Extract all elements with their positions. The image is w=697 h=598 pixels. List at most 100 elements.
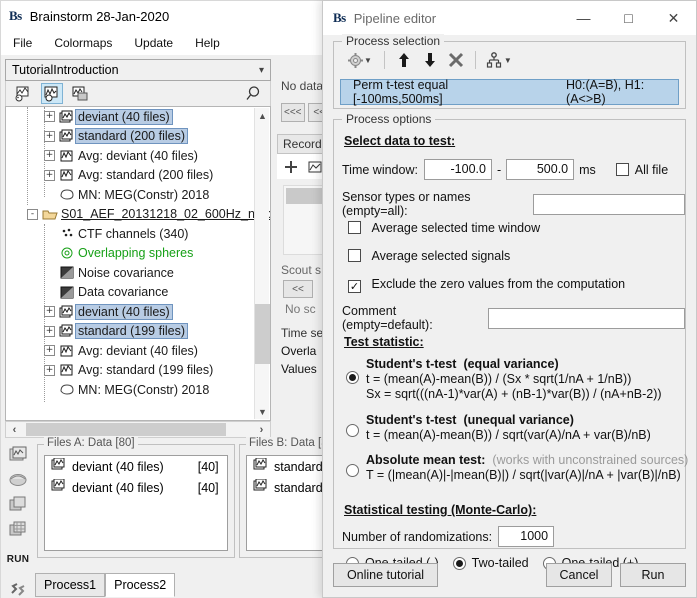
source-files-icon[interactable] (70, 83, 92, 104)
chevron-down-icon: ▾ (259, 65, 264, 76)
exclude-zero-checkbox[interactable]: ✓ (348, 280, 361, 293)
expand-icon[interactable]: + (44, 365, 55, 376)
recordings-stack-icon[interactable] (6, 446, 30, 463)
two-tailed-radio[interactable] (453, 557, 466, 570)
menu-update[interactable]: Update (130, 34, 177, 52)
time-window-row: Time window: -100.0 - 500.0 ms All file (342, 159, 668, 180)
expand-icon[interactable]: + (44, 150, 55, 161)
recordings-icon[interactable] (41, 83, 63, 104)
recordings-icon (253, 479, 268, 496)
subjects-icon[interactable] (12, 83, 34, 104)
folder-icon (41, 208, 58, 221)
delete-icon[interactable] (443, 49, 469, 71)
randomizations-input[interactable]: 1000 (498, 526, 554, 547)
tree-toolbar (5, 81, 271, 106)
scout-prev-button[interactable]: << (283, 280, 313, 298)
chevron-down-icon[interactable]: ▼ (364, 56, 372, 65)
test-option-3[interactable]: Absolute mean test: (works with unconstr… (346, 453, 694, 482)
test-2-line1: t = (mean(A)-mean(B)) / sqrt(var(A)/nA +… (366, 428, 651, 442)
cancel-button[interactable]: Cancel (546, 563, 612, 587)
avg-time-window-checkbox[interactable] (348, 221, 361, 234)
process-name: Perm t-test equal [-100ms,500ms] (353, 78, 532, 106)
files-a-list[interactable]: deviant (40 files) [40] deviant (40 file… (44, 455, 228, 551)
online-tutorial-button[interactable]: Online tutorial (333, 563, 438, 587)
run-label: RUN (7, 554, 30, 565)
scroll-up-icon[interactable]: ▲ (255, 108, 270, 123)
scroll-right-icon[interactable]: › (253, 424, 270, 436)
expand-icon[interactable]: + (44, 326, 55, 337)
avg-signals-row[interactable]: Average selected signals (348, 249, 510, 263)
comment-label: Comment (empty=default): (342, 304, 482, 332)
minimize-icon[interactable]: — (561, 1, 606, 35)
menu-colormaps[interactable]: Colormaps (50, 34, 116, 52)
tree-vertical-scrollbar[interactable]: ▲ ▼ (254, 108, 269, 419)
scroll-down-icon[interactable]: ▼ (255, 404, 270, 419)
run-button[interactable]: Run (620, 563, 686, 587)
menu-file[interactable]: File (9, 34, 36, 52)
protocol-selector[interactable]: TutorialIntroduction ▾ (5, 59, 271, 81)
datacov-icon (58, 286, 75, 299)
close-icon[interactable]: ✕ (651, 1, 696, 35)
sensor-row: Sensor types or names (empty=all): (342, 190, 685, 218)
pipeline-icon[interactable] (6, 581, 30, 598)
selected-process-row[interactable]: Perm t-test equal [-100ms,500ms] H0:(A=B… (340, 79, 679, 105)
move-down-icon[interactable] (417, 49, 443, 71)
tab-record[interactable]: Record (277, 134, 328, 153)
avg-time-window-row[interactable]: Average selected time window (348, 221, 540, 235)
sphere-icon[interactable] (6, 471, 30, 488)
average-icon[interactable] (307, 159, 323, 175)
sensor-input[interactable] (533, 194, 685, 215)
database-tree-panel[interactable]: +deviant (40 files)+standard (200 files)… (5, 106, 271, 421)
list-item[interactable]: deviant (40 files) [40] (45, 477, 227, 498)
comment-input[interactable] (488, 308, 685, 329)
scroll-left-icon[interactable]: ‹ (6, 424, 23, 436)
process-vertical-toolbar: RUN (3, 440, 33, 595)
time-start-input[interactable]: -100.0 (424, 159, 492, 180)
hscroll-thumb[interactable] (26, 423, 226, 436)
layers-icon[interactable] (6, 496, 30, 513)
tree-node[interactable]: -S01_AEF_20131218_02_600Hz_notch (6, 205, 254, 225)
all-file-checkbox[interactable] (616, 163, 629, 176)
statistical-testing-heading: Statistical testing (Monte-Carlo): (344, 503, 536, 517)
expand-icon[interactable]: + (44, 170, 55, 181)
tree-node-label: Avg: deviant (40 files) (75, 149, 201, 163)
list-item[interactable]: deviant (40 files) [40] (45, 456, 227, 477)
chevron-down-icon-2[interactable]: ▼ (504, 56, 512, 65)
expand-icon[interactable]: + (44, 306, 55, 317)
test-option-2[interactable]: Student's t-test (unequal variance) t = … (346, 413, 686, 442)
nav-first-button[interactable]: <<< (281, 103, 305, 122)
select-data-heading: Select data to test: (344, 134, 455, 148)
tree-node-label: MN: MEG(Constr) 2018 (75, 188, 212, 202)
tab-process1[interactable]: Process1 (35, 573, 105, 597)
tree-horizontal-scrollbar[interactable]: ‹ › (5, 421, 271, 438)
grid-layers-icon[interactable] (6, 521, 30, 538)
two-tailed-label: Two-tailed (472, 556, 529, 570)
scroll-thumb[interactable] (255, 304, 270, 364)
tree-node-label: Avg: standard (200 files) (75, 168, 216, 182)
run-icon[interactable]: RUN (6, 554, 30, 565)
exclude-zero-row[interactable]: ✓ Exclude the zero values from the compu… (348, 277, 625, 293)
test-option-1[interactable]: Student's t-test (equal variance) t = (m… (346, 357, 686, 401)
time-end-input[interactable]: 500.0 (506, 159, 574, 180)
expand-icon[interactable]: + (44, 131, 55, 142)
move-up-icon[interactable] (391, 49, 417, 71)
test-1-radio[interactable] (346, 371, 359, 384)
test-3-radio[interactable] (346, 464, 359, 477)
expand-icon[interactable]: + (44, 111, 55, 122)
average-icon (58, 149, 75, 163)
file-count: [40] (198, 481, 219, 495)
search-icon[interactable] (242, 83, 264, 104)
menu-help[interactable]: Help (191, 34, 224, 52)
tree-node-label: deviant (40 files) (75, 304, 173, 320)
crosshair-icon[interactable] (283, 159, 299, 175)
tab-process2[interactable]: Process2 (105, 573, 175, 597)
avg-signals-checkbox[interactable] (348, 249, 361, 262)
expand-icon[interactable]: + (44, 345, 55, 356)
test-2-radio[interactable] (346, 424, 359, 437)
maximize-icon[interactable]: □ (606, 1, 651, 35)
tree-guide-line (44, 224, 45, 402)
tree-node-label: Avg: standard (199 files) (75, 363, 216, 377)
collapse-icon[interactable]: - (27, 209, 38, 220)
time-range-dash: - (497, 163, 501, 177)
tree-node-label: Overlapping spheres (75, 246, 196, 260)
